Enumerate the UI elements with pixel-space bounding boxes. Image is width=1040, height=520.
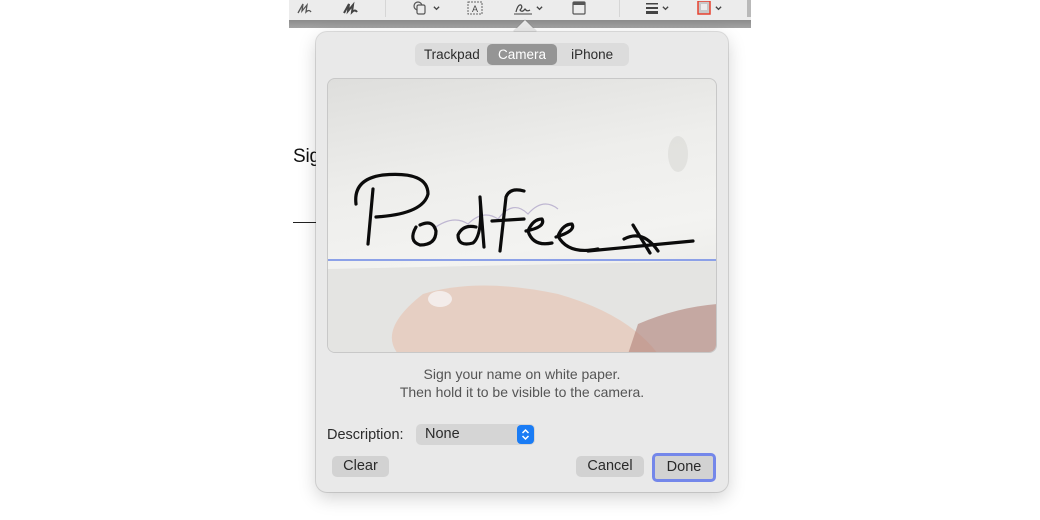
description-select[interactable]: None (416, 424, 535, 445)
instruction-line: Sign your name on white paper. (423, 366, 621, 382)
fingernail (428, 291, 452, 307)
done-button[interactable]: Done (652, 453, 716, 482)
description-label: Description: (327, 427, 404, 443)
toolbar-divider (385, 0, 386, 17)
captured-signature (354, 172, 695, 255)
markup-toolbar: A (289, 0, 751, 21)
signature-popover: Trackpad Camera iPhone Sign your name on… (316, 32, 728, 492)
sketch-icon[interactable] (296, 0, 314, 16)
popover-arrow (513, 20, 537, 32)
camera-preview (327, 78, 717, 353)
toolbar-divider (619, 0, 620, 17)
tab-iphone[interactable]: iPhone (557, 44, 627, 65)
clear-button[interactable]: Clear (332, 456, 389, 477)
text-box-icon[interactable]: A (467, 0, 483, 16)
note-icon[interactable] (571, 0, 587, 16)
chevron-down-icon (536, 5, 543, 10)
tab-trackpad[interactable]: Trackpad (417, 44, 487, 65)
chevron-down-icon (715, 5, 722, 10)
chevron-down-icon (433, 5, 440, 10)
cancel-button[interactable]: Cancel (576, 456, 644, 477)
up-down-chevron-icon (517, 425, 534, 444)
line-style-icon[interactable] (645, 0, 669, 16)
camera-instructions: Sign your name on white paper. Then hold… (316, 365, 728, 401)
shapes-icon[interactable] (412, 0, 440, 16)
border-color-icon[interactable] (696, 0, 722, 16)
tab-camera[interactable]: Camera (486, 44, 558, 65)
paper-crease (668, 136, 688, 172)
svg-text:A: A (472, 4, 478, 14)
instruction-line: Then hold it to be visible to the camera… (399, 384, 645, 400)
signature-icon[interactable] (513, 0, 543, 16)
input-source-tabs: Trackpad Camera iPhone (415, 43, 629, 66)
toolbar-edge (747, 0, 751, 17)
chevron-down-icon (662, 5, 669, 10)
draw-icon[interactable] (342, 0, 360, 16)
description-value: None (425, 426, 460, 442)
